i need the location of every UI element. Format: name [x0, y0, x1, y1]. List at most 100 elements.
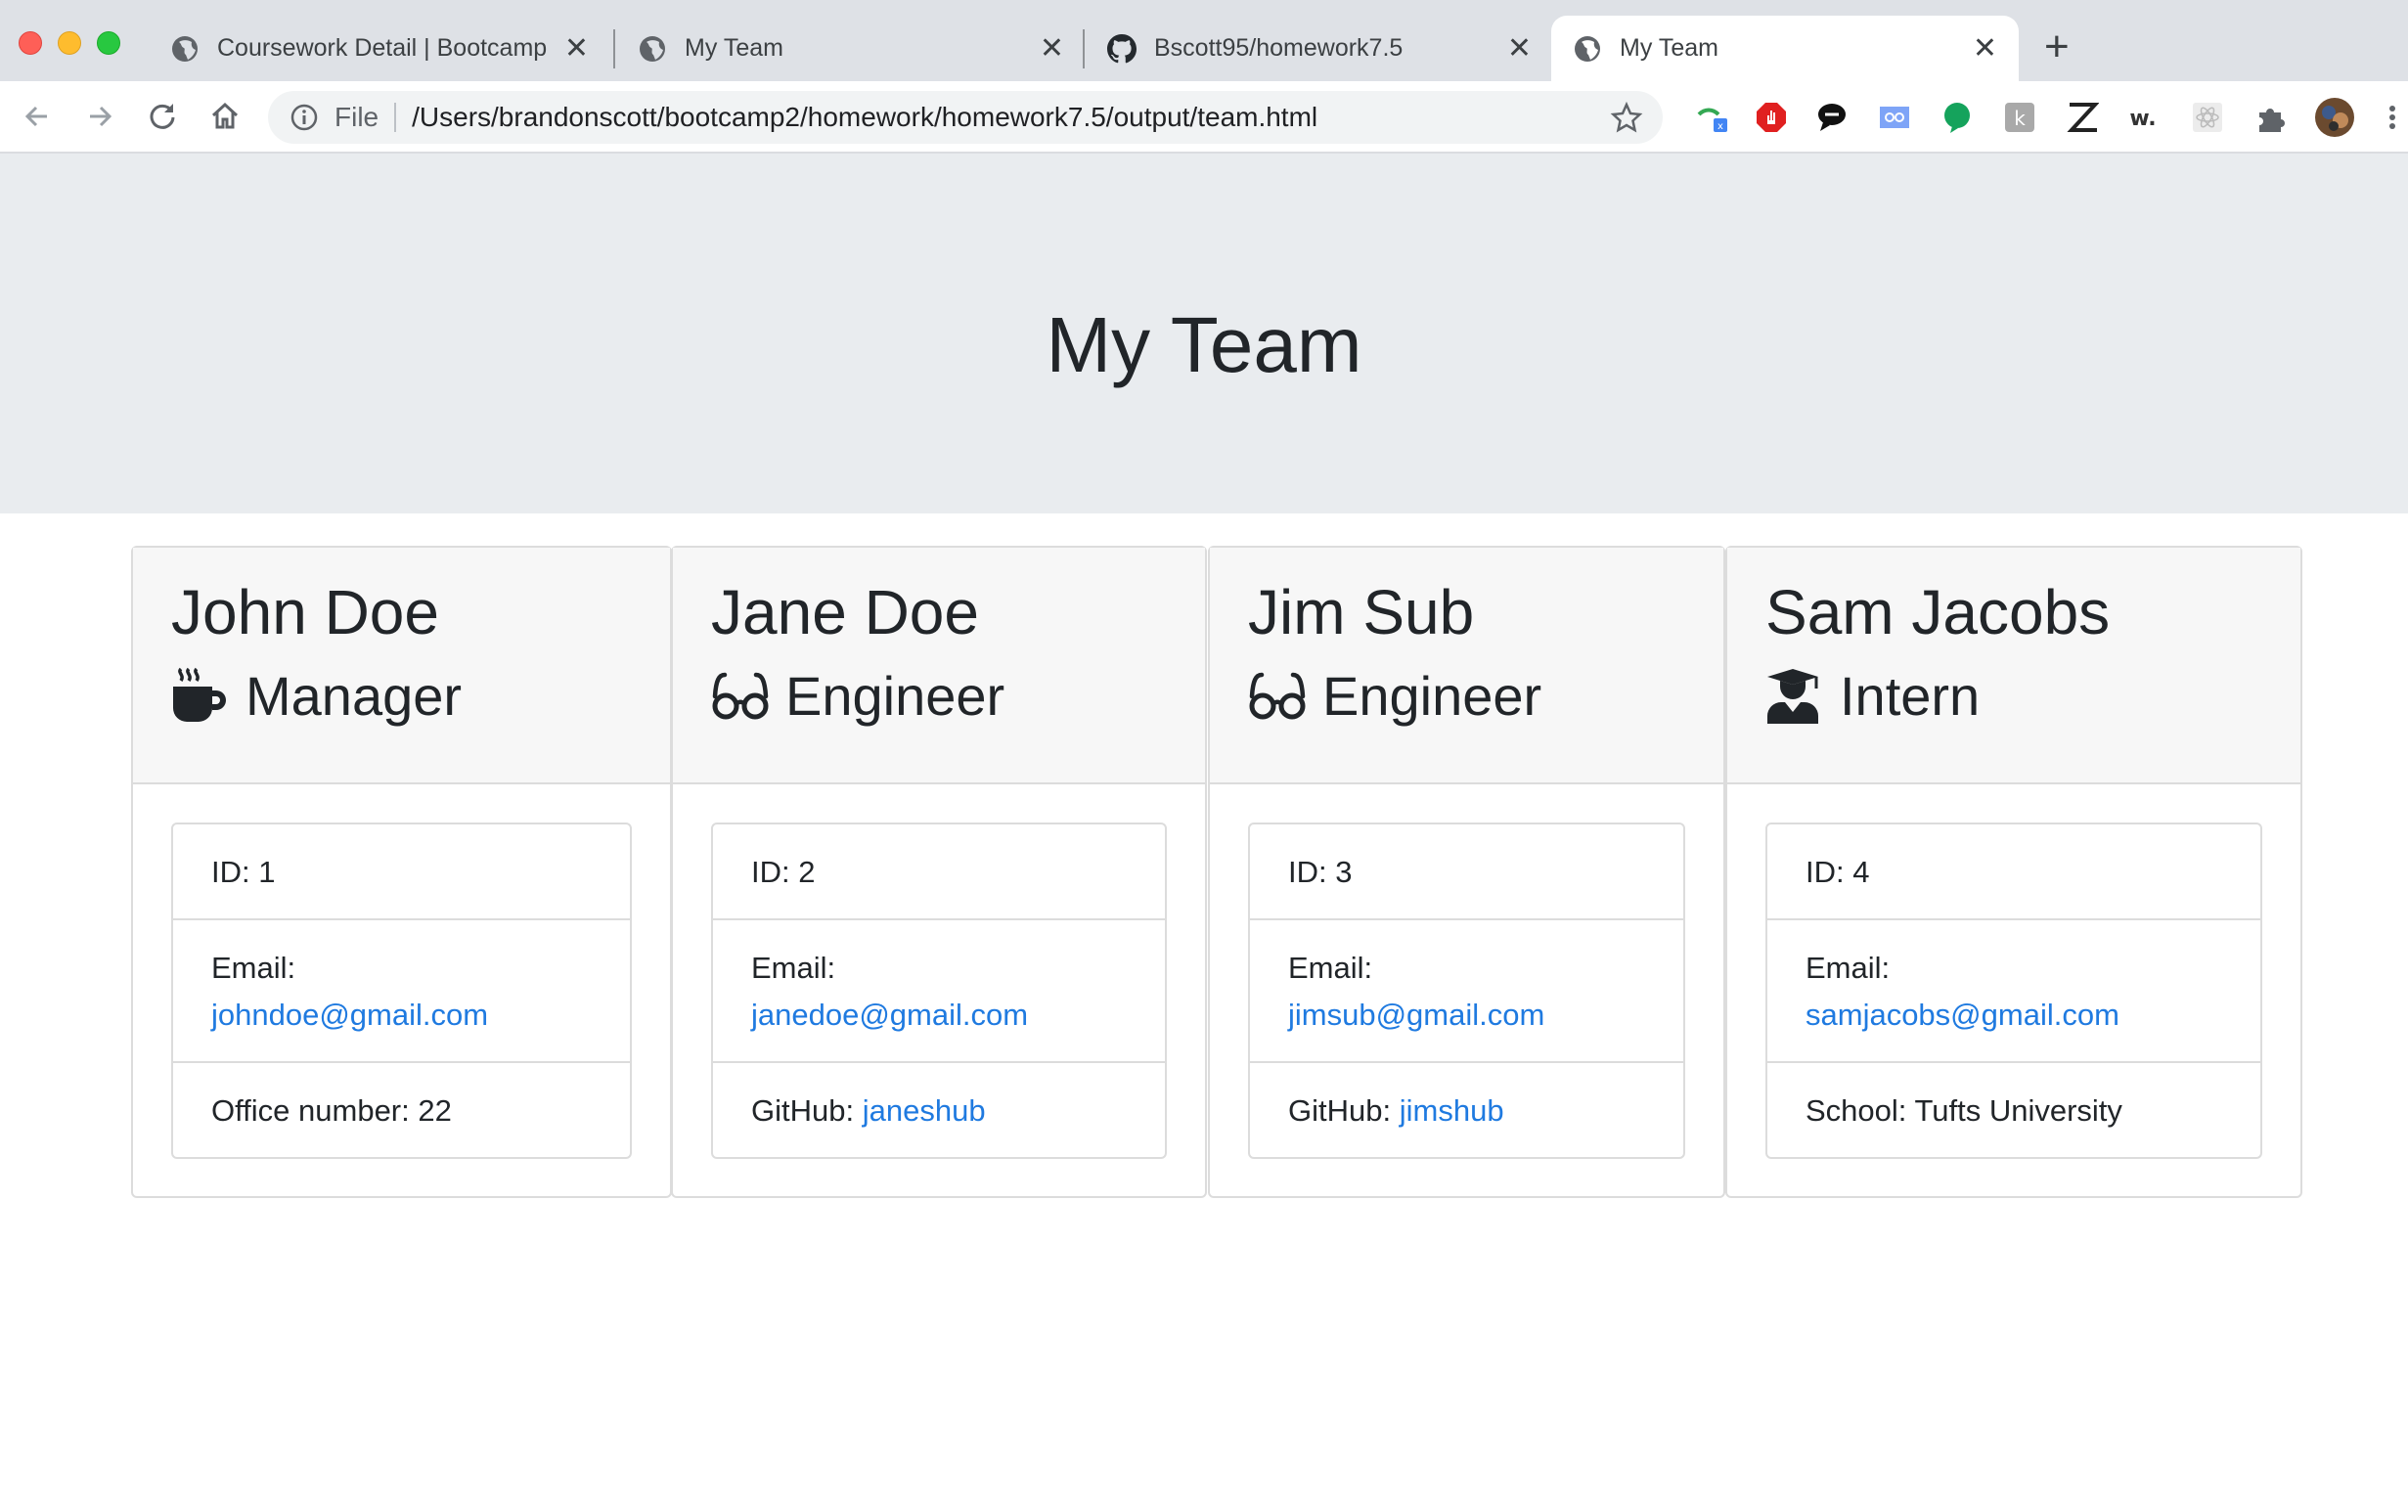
email-label: Email:: [1288, 951, 1373, 985]
new-tab-button[interactable]: +: [2044, 25, 2070, 68]
info-icon[interactable]: [290, 103, 319, 132]
svg-text:x: x: [1717, 121, 1723, 132]
employee-name: John Doe: [171, 577, 439, 647]
glasses-icon: [1249, 673, 1306, 720]
url-text[interactable]: /Users/brandonscott/bootcamp2/homework/h…: [412, 102, 1610, 133]
browser-tab-bar: Coursework Detail | Bootcamp ✕ My Team ✕…: [0, 0, 2408, 81]
forward-arrow-icon[interactable]: [82, 99, 117, 134]
role-label: Engineer: [1322, 664, 1542, 727]
globe-icon: [1575, 35, 1600, 62]
window-close-button[interactable]: [19, 31, 42, 55]
email-link[interactable]: johndoe@gmail.com: [211, 998, 488, 1032]
mug-hot-icon: [173, 668, 226, 723]
card-body: ID: 1 Email: johndoe@gmail.com Office nu…: [133, 784, 670, 1159]
extension-glasses-icon[interactable]: [1878, 101, 1911, 134]
employee-id: ID: 2: [713, 824, 1165, 920]
header-jumbotron: My Team: [0, 154, 2408, 513]
github-label: GitHub:: [1288, 1093, 1392, 1128]
employee-id: ID: 3: [1250, 824, 1683, 920]
page-title: My Team: [1046, 301, 1362, 388]
extension-w-icon[interactable]: w.: [2128, 101, 2162, 134]
employee-card: Sam Jacobs Intern ID: 4 Email: samjacobs…: [1725, 546, 2302, 1198]
info-list: ID: 2 Email: janedoe@gmail.com GitHub: j…: [711, 823, 1167, 1159]
employee-email-row: Email: samjacobs@gmail.com: [1767, 920, 2260, 1063]
browser-tab[interactable]: Bscott95/homework7.5 ✕: [1086, 16, 1553, 81]
employee-email-row: Email: jimsub@gmail.com: [1250, 920, 1683, 1063]
github-row: GitHub: jimshub: [1250, 1063, 1683, 1157]
globe-icon: [172, 35, 198, 62]
tab-divider: [1083, 29, 1085, 68]
svg-text:w.: w.: [2129, 107, 2156, 131]
employee-role: Engineer: [711, 664, 1205, 728]
profile-avatar[interactable]: [2314, 97, 2355, 138]
role-label: Engineer: [785, 664, 1005, 727]
employee-card: Jane Doe Engineer ID: 2 Email: janedoe@g…: [671, 546, 1207, 1198]
extension-k-icon[interactable]: k: [2003, 101, 2036, 134]
tab-title: Coursework Detail | Bootcamp: [217, 34, 548, 62]
browser-tab-active[interactable]: My Team ✕: [1551, 16, 2019, 81]
email-label: Email:: [211, 951, 296, 985]
card-body: ID: 2 Email: janedoe@gmail.com GitHub: j…: [673, 784, 1205, 1159]
role-label: Intern: [1840, 664, 1981, 727]
back-arrow-icon[interactable]: [20, 99, 55, 134]
card-header: John Doe Manager: [133, 548, 670, 784]
github-icon: [1107, 33, 1137, 63]
user-graduate-icon: [1767, 669, 1818, 725]
employee-id: ID: 4: [1767, 824, 2260, 920]
employee-role: Manager: [171, 664, 670, 728]
email-link[interactable]: janedoe@gmail.com: [751, 998, 1028, 1032]
tab-title: Bscott95/homework7.5: [1154, 34, 1404, 62]
employee-id: ID: 1: [173, 824, 630, 920]
employee-name: Jane Doe: [711, 577, 979, 647]
glasses-icon: [712, 673, 769, 720]
globe-icon: [640, 35, 665, 62]
extension-zotero-icon[interactable]: [2066, 101, 2099, 134]
extension-react-icon[interactable]: [2191, 101, 2224, 134]
tab-close-icon[interactable]: ✕: [1973, 33, 1997, 64]
tab-close-icon[interactable]: ✕: [1507, 33, 1532, 64]
extension-adblock-icon[interactable]: [1755, 101, 1788, 134]
extension-chat-icon[interactable]: [1815, 101, 1849, 134]
employee-card: Jim Sub Engineer ID: 3 Email: jimsub@gma…: [1208, 546, 1725, 1198]
info-list: ID: 3 Email: jimsub@gmail.com GitHub: ji…: [1248, 823, 1685, 1159]
info-list: ID: 4 Email: samjacobs@gmail.com School:…: [1765, 823, 2262, 1159]
card-body: ID: 3 Email: jimsub@gmail.com GitHub: ji…: [1210, 784, 1723, 1159]
reload-icon[interactable]: [145, 99, 180, 134]
github-link[interactable]: jimshub: [1400, 1093, 1504, 1128]
browser-toolbar: File /Users/brandonscott/bootcamp2/homew…: [0, 81, 2408, 154]
window-zoom-button[interactable]: [97, 31, 120, 55]
tab-close-icon[interactable]: ✕: [564, 33, 589, 64]
card-body: ID: 4 Email: samjacobs@gmail.com School:…: [1727, 784, 2300, 1159]
bookmark-star-icon[interactable]: [1610, 101, 1643, 134]
email-label: Email:: [1806, 951, 1891, 985]
employee-role: Intern: [1765, 664, 2300, 728]
window-minimize-button[interactable]: [58, 31, 81, 55]
tab-close-icon[interactable]: ✕: [1040, 33, 1064, 64]
employee-email-row: Email: johndoe@gmail.com: [173, 920, 630, 1063]
office-number: Office number: 22: [211, 1093, 452, 1128]
email-label: Email:: [751, 951, 836, 985]
browser-tab[interactable]: Coursework Detail | Bootcamp ✕: [149, 16, 610, 81]
tab-title: My Team: [1620, 34, 1718, 62]
card-header: Jim Sub Engineer: [1210, 548, 1723, 784]
extensions-puzzle-icon[interactable]: [2253, 101, 2287, 134]
school-row: School: Tufts University: [1806, 1093, 2122, 1128]
browser-tab[interactable]: My Team ✕: [616, 16, 1086, 81]
employee-card: John Doe Manager ID: 1 Email: johndoe@gm…: [131, 546, 672, 1198]
home-icon[interactable]: [207, 99, 243, 134]
employee-role: Engineer: [1248, 664, 1723, 728]
address-bar[interactable]: File /Users/brandonscott/bootcamp2/homew…: [268, 91, 1663, 144]
extension-translate-icon[interactable]: x: [1696, 101, 1729, 134]
email-link[interactable]: jimsub@gmail.com: [1288, 998, 1544, 1032]
github-row: GitHub: janeshub: [713, 1063, 1165, 1157]
email-link[interactable]: samjacobs@gmail.com: [1806, 998, 2119, 1032]
employee-name: Sam Jacobs: [1765, 577, 2111, 647]
github-link[interactable]: janeshub: [863, 1093, 986, 1128]
extension-grammarly-icon[interactable]: [1940, 101, 1974, 134]
tab-divider: [613, 29, 615, 68]
tab-title: My Team: [685, 34, 783, 62]
menu-kebab-icon[interactable]: [2386, 101, 2398, 134]
employee-email-row: Email: janedoe@gmail.com: [713, 920, 1165, 1063]
svg-text:k: k: [2014, 107, 2026, 130]
url-scheme: File: [334, 102, 379, 132]
